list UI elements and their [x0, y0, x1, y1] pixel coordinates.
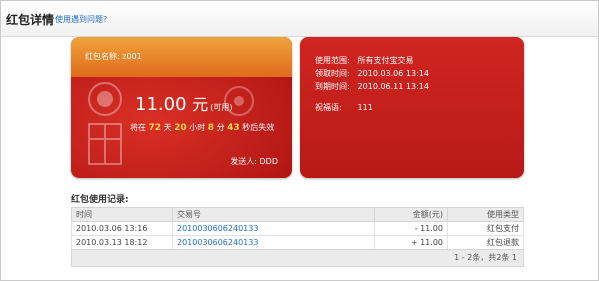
pagination[interactable]: 1 - 2条，共2条 1	[71, 249, 524, 267]
row-time: 2010.03.13 18:12	[71, 235, 173, 250]
sender-value: DDD	[259, 157, 278, 166]
countdown-minutes: 8	[207, 123, 215, 133]
row-trade-no-link[interactable]: 2010030606240133	[172, 235, 375, 250]
envelope-name: 红包名称: z001	[85, 51, 142, 62]
col-amount: 金额(元)	[374, 207, 448, 222]
decorative-ornament-icon	[88, 82, 122, 165]
envelope-name-value: z001	[122, 52, 142, 61]
page-title: 红包详情	[6, 13, 55, 27]
table-row: 2010.03.13 18:12 2010030606240133 + 11.0…	[71, 235, 524, 250]
claim-time-label: 领取时间:	[315, 69, 350, 78]
claim-time-value: 2010.03.06 13:14	[357, 69, 429, 78]
scope-value: 所有支付宝交易	[357, 56, 414, 65]
envelope-name-label: 红包名称:	[85, 52, 123, 61]
row-type: 红包支付	[447, 221, 524, 236]
sender: 发送人: DDD	[230, 156, 278, 167]
row-amount: - 11.00	[374, 221, 448, 236]
table-row: 2010.03.06 13:16 2010030606240133 - 11.0…	[71, 221, 524, 236]
scope-label: 使用范围:	[315, 56, 350, 65]
row-type: 红包退款	[447, 235, 524, 250]
records-table: 时间 交易号 金额(元) 使用类型 2010.03.06 13:16 20100…	[71, 207, 524, 250]
countdown-days: 72	[148, 123, 162, 133]
envelope-info-card: 使用范围: 所有支付宝交易 领取时间: 2010.03.06 13:14 到期时…	[300, 37, 524, 178]
sender-label: 发送人:	[230, 157, 260, 166]
col-type: 使用类型	[447, 207, 524, 222]
row-time: 2010.03.06 13:16	[71, 221, 173, 236]
wish-row: 祝福语: 111	[315, 102, 373, 113]
countdown-prefix: 将在	[130, 123, 146, 132]
expiry-countdown: 将在 72 天 20 小时 8 分 43 秒后失效	[130, 122, 274, 133]
red-envelope-card: 红包名称: z001 11.00 元 (可用) 将在 72 天 20 小时 8 分…	[71, 37, 292, 178]
page-header: 红包详情 使用遇到问题?	[1, 1, 598, 37]
col-trade-no: 交易号	[172, 207, 375, 222]
expire-time-label: 到期时间:	[315, 82, 350, 91]
row-trade-no-link[interactable]: 2010030606240133	[172, 221, 375, 236]
countdown-seconds: 43	[227, 123, 240, 133]
countdown-days-unit: 天	[163, 123, 172, 132]
table-header-row: 时间 交易号 金额(元) 使用类型	[71, 207, 524, 222]
records-title: 红包使用记录:	[71, 195, 129, 205]
help-link[interactable]: 使用遇到问题?	[55, 14, 107, 25]
scope-row: 使用范围: 所有支付宝交易	[315, 55, 414, 66]
availability-status: (可用)	[210, 103, 233, 112]
expire-time-row: 到期时间: 2010.06.11 13:14	[315, 81, 429, 92]
countdown-hours-unit: 小时	[189, 123, 206, 132]
col-time: 时间	[71, 207, 173, 222]
envelope-amount: 11.00 元 (可用)	[135, 91, 233, 115]
claim-time-row: 领取时间: 2010.03.06 13:14	[315, 68, 429, 79]
wish-label: 祝福语:	[315, 103, 342, 112]
amount-value: 11.00	[135, 94, 187, 115]
row-amount: + 11.00	[374, 235, 448, 250]
wish-value: 111	[357, 103, 373, 112]
expire-time-value: 2010.06.11 13:14	[357, 82, 429, 91]
card-header-band: 红包名称: z001	[71, 37, 292, 77]
currency-unit: 元	[192, 95, 209, 114]
countdown-minutes-unit: 分	[216, 123, 225, 132]
countdown-seconds-suffix: 秒后失效	[242, 123, 275, 132]
countdown-hours: 20	[174, 123, 187, 133]
